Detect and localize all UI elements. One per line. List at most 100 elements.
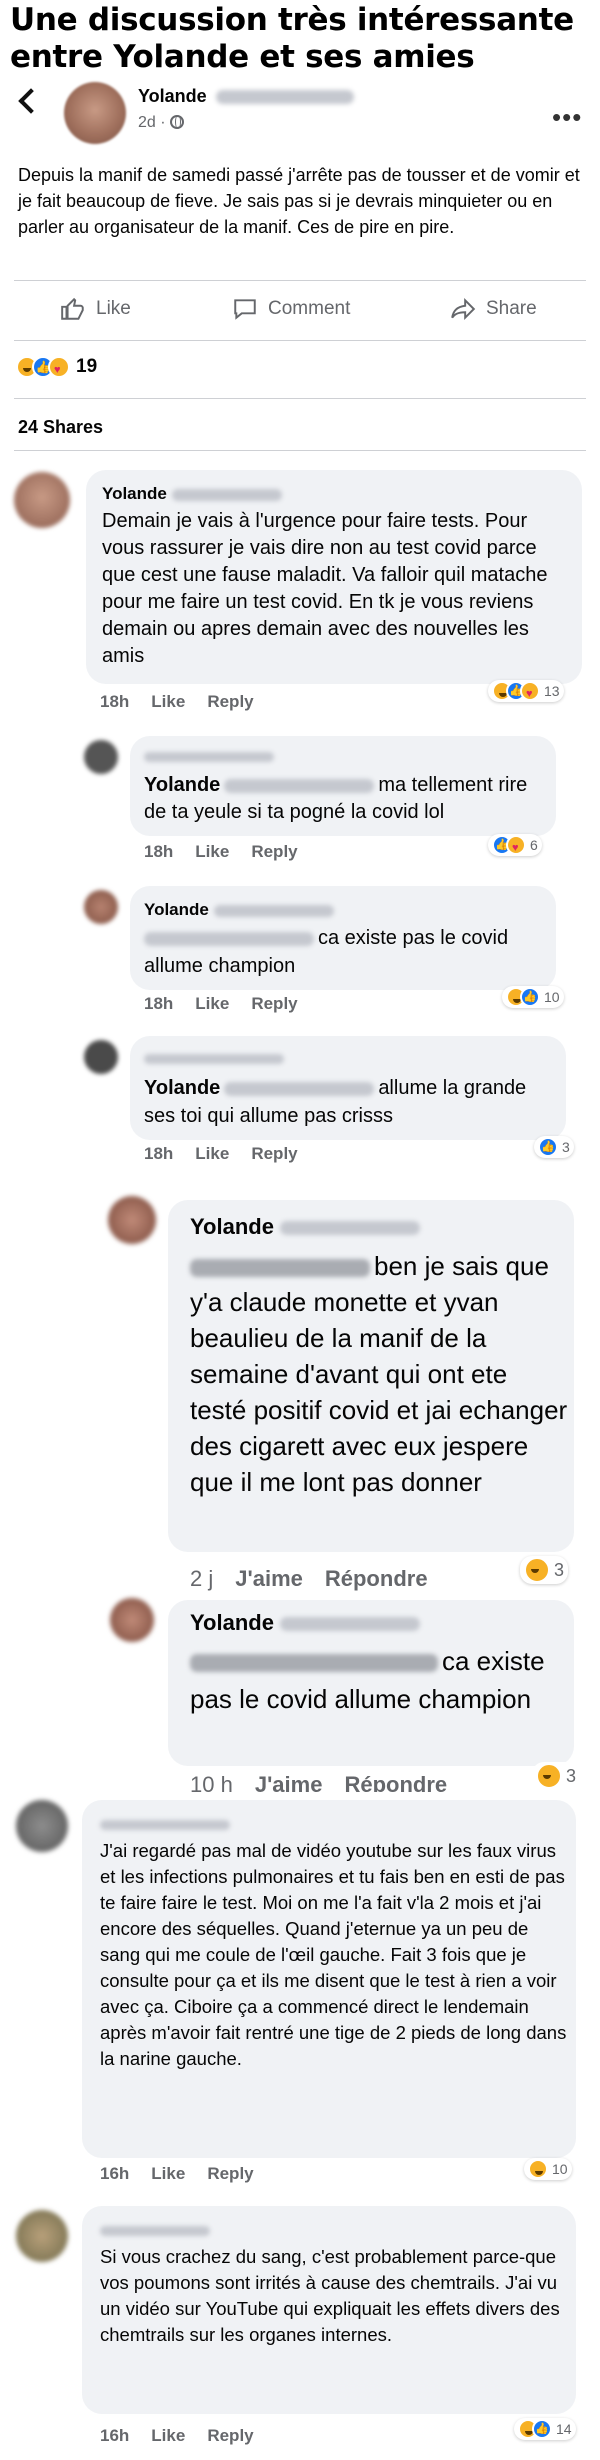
like-button[interactable]: Like xyxy=(195,1144,229,1164)
share-button[interactable]: Share xyxy=(450,296,537,322)
like-reaction-icon: 👍 xyxy=(532,2419,552,2439)
haha-icon xyxy=(536,1763,562,1789)
comment-author[interactable] xyxy=(144,1050,284,1068)
like-label: Like xyxy=(96,298,131,319)
like-button[interactable]: Like xyxy=(151,2164,185,2184)
comment-bubble: Yolande ca existe pas le covid allume ch… xyxy=(168,1600,574,1766)
comment-actions: 16h Like Reply xyxy=(100,2426,276,2446)
blurred-surname xyxy=(224,1081,375,1096)
comment-actions: 16h Like Reply xyxy=(100,2164,276,2184)
reply-button[interactable]: Reply xyxy=(207,2164,253,2184)
post-author[interactable]: Yolande xyxy=(138,86,354,107)
like-reaction-icon: 👍 xyxy=(520,987,540,1007)
avatar[interactable] xyxy=(16,2210,68,2262)
comment-text: ben je sais que y'a claude monette et yv… xyxy=(190,1251,568,1497)
reply-button[interactable]: Reply xyxy=(207,692,253,712)
reply-button[interactable]: Répondre xyxy=(344,1772,447,1792)
haha-icon xyxy=(528,2159,548,2179)
reply-button[interactable]: Reply xyxy=(251,1144,297,1164)
blurred-name xyxy=(190,1259,370,1278)
comment-reactions[interactable]: 👍 14 xyxy=(514,2418,576,2440)
globe-icon xyxy=(169,115,184,129)
like-button[interactable]: Like xyxy=(195,994,229,1014)
blurred-surname xyxy=(213,904,334,917)
blurred-name xyxy=(190,1654,438,1673)
avatar[interactable] xyxy=(110,1598,154,1642)
comment-bubble: Yolande ben je sais que y'a claude monet… xyxy=(168,1200,574,1552)
comment-author[interactable] xyxy=(100,2222,210,2240)
comment-actions: 10 h J'aime Répondre xyxy=(190,1772,469,1792)
divider xyxy=(14,398,586,399)
like-button[interactable]: Like xyxy=(195,842,229,862)
blurred-name xyxy=(144,1053,284,1064)
comment-text: Si vous crachez du sang, c'est probablem… xyxy=(100,2246,560,2345)
avatar[interactable] xyxy=(84,1040,118,1074)
share-icon xyxy=(451,297,476,321)
comment-time: 18h xyxy=(144,994,174,1013)
back-arrow-icon[interactable] xyxy=(18,88,44,114)
like-button[interactable]: J'aime xyxy=(255,1772,323,1792)
comment-bubble: Yolande Demain je vais à l'urgence pour … xyxy=(86,470,582,684)
comment-time: 2 j xyxy=(190,1566,214,1591)
blurred-surname xyxy=(280,1617,421,1632)
share-label: Share xyxy=(486,298,537,319)
blurred-surname xyxy=(215,90,354,105)
comment-reactions[interactable]: 👍 3 xyxy=(534,1136,574,1158)
comment-label: Comment xyxy=(268,298,351,319)
comment-author[interactable] xyxy=(144,748,274,766)
comment-reactions[interactable]: 3 xyxy=(532,1762,581,1790)
comment-bubble: J'ai regardé pas mal de vidéo youtube su… xyxy=(82,1800,576,2158)
reaction-summary[interactable]: 👍 19 xyxy=(16,356,98,379)
comment-text: ca existe pas le covid allume champion xyxy=(190,1646,545,1714)
comment-bubble: Yolande ma tellement rire de ta yeule si … xyxy=(130,736,556,836)
comment-text: Yolande allume la grande ses toi qui allu… xyxy=(144,1077,527,1127)
comment-icon xyxy=(234,299,256,320)
comment-reactions[interactable]: 👍13 xyxy=(488,680,564,702)
like-button[interactable]: Like xyxy=(151,2426,185,2446)
care-icon xyxy=(520,681,540,702)
comment-bubble: Yolande allume la grande ses toi qui allu… xyxy=(130,1036,566,1140)
like-button[interactable]: Like xyxy=(60,296,131,322)
like-button[interactable]: J'aime xyxy=(235,1566,303,1592)
comment-time: 18h xyxy=(144,1144,174,1163)
comment-author[interactable]: Yolande xyxy=(102,484,282,504)
reply-button[interactable]: Reply xyxy=(207,2426,253,2446)
blurred-surname xyxy=(171,488,282,501)
reaction-count: 19 xyxy=(76,356,98,377)
comment-author[interactable]: Yolande xyxy=(190,1214,421,1240)
reply-button[interactable]: Répondre xyxy=(325,1566,428,1592)
comment-text: Demain je vais à l'urgence pour faire te… xyxy=(102,510,548,667)
avatar[interactable] xyxy=(14,472,70,528)
comment-time: 18h xyxy=(100,692,130,711)
comment-time: 18h xyxy=(144,842,174,861)
comment-reactions[interactable]: 3 xyxy=(520,1556,569,1584)
comment-author[interactable]: Yolande xyxy=(144,900,334,920)
comment-reactions[interactable]: 10 xyxy=(524,2158,572,2180)
avatar[interactable] xyxy=(64,82,126,144)
avatar[interactable] xyxy=(84,740,118,774)
comment-actions: 18h Like Reply xyxy=(100,692,276,712)
divider xyxy=(14,280,586,281)
avatar[interactable] xyxy=(108,1196,156,1244)
comment-text: Yolande ma tellement rire de ta yeule si … xyxy=(144,774,528,823)
comment-button[interactable]: Comment xyxy=(232,296,350,322)
blurred-name xyxy=(100,2225,210,2236)
care-icon xyxy=(506,835,526,856)
comment-reactions[interactable]: 👍 10 xyxy=(502,986,564,1008)
blurred-name xyxy=(100,1819,230,1830)
comment-bubble: Si vous crachez du sang, c'est probablem… xyxy=(82,2206,576,2414)
more-icon[interactable]: ••• xyxy=(552,102,582,133)
post-meta: 2d · xyxy=(138,114,184,132)
shares-count[interactable]: 24 Shares xyxy=(18,417,103,438)
reply-button[interactable]: Reply xyxy=(251,994,297,1014)
comment-author[interactable]: Yolande xyxy=(190,1610,421,1636)
comment-reactions[interactable]: 👍6 xyxy=(488,834,542,856)
reply-button[interactable]: Reply xyxy=(251,842,297,862)
divider xyxy=(14,450,586,451)
blurred-name xyxy=(144,751,274,762)
avatar[interactable] xyxy=(84,890,118,924)
blurred-surname xyxy=(224,778,375,793)
avatar[interactable] xyxy=(16,1800,68,1852)
like-button[interactable]: Like xyxy=(151,692,185,712)
comment-author[interactable] xyxy=(100,1816,230,1834)
